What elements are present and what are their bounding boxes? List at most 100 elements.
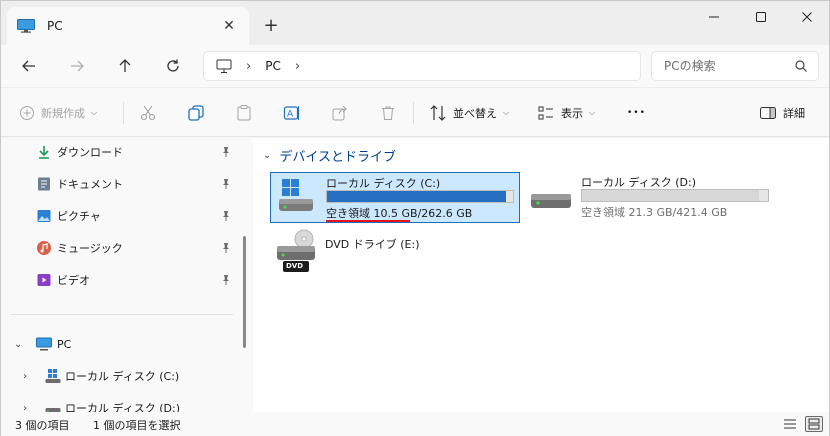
chevron-down-icon[interactable]: ⌄	[14, 339, 22, 350]
rename-button[interactable]: A	[283, 102, 301, 124]
chevron-down-icon: ⌵	[503, 108, 510, 117]
total-space-text: /262.6 GB	[417, 207, 473, 220]
paste-button[interactable]	[235, 102, 253, 124]
sidebar-item-label: ビデオ	[57, 274, 90, 287]
dvd-badge: DVD	[286, 262, 304, 270]
close-tab-icon[interactable]: ✕	[219, 16, 239, 36]
svg-text:A: A	[287, 110, 294, 120]
details-view-button[interactable]	[781, 416, 799, 432]
minimize-button[interactable]	[691, 1, 737, 33]
sidebar-item-label: PC	[57, 337, 72, 351]
file-explorer-window: PC ✕ + › PC › PCの検索 新規作成 ⌵ A 並べ替え ⌵ 表示 ⌵…	[0, 0, 830, 436]
details-pane-button[interactable]: 詳細	[759, 102, 805, 124]
breadcrumb-pc[interactable]: PC	[265, 59, 281, 73]
refresh-button[interactable]	[159, 53, 187, 79]
close-window-button[interactable]	[784, 1, 830, 33]
sort-icon	[430, 105, 446, 121]
music-icon	[37, 241, 51, 255]
windows-drive-icon	[279, 179, 313, 211]
more-options-button[interactable]: •••	[627, 102, 646, 124]
breadcrumb-separator[interactable]: ›	[246, 59, 251, 74]
drive-free-space: 空き領域 10.5 GB/262.6 GB	[326, 205, 472, 221]
sort-label: 並べ替え	[453, 107, 497, 120]
download-icon	[39, 146, 49, 159]
more-icon: •••	[627, 108, 646, 118]
drive-tile-e[interactable]: DVD DVD ドライブ (E:)	[270, 228, 520, 274]
copy-button[interactable]	[187, 102, 205, 124]
sidebar-item-pictures[interactable]: ピクチャ	[1, 202, 241, 230]
documents-icon	[38, 177, 50, 191]
chevron-down-icon: ⌵	[91, 108, 98, 117]
tab-title: PC	[47, 19, 63, 33]
selected-count: 1 個の項目を選択	[93, 419, 181, 432]
sidebar-item-videos[interactable]: ビデオ	[1, 266, 241, 294]
delete-button[interactable]	[379, 102, 397, 124]
sidebar-item-label: ローカル ディスク (C:)	[65, 370, 180, 383]
toolbar-divider	[413, 102, 414, 124]
address-bar[interactable]: › PC ›	[203, 51, 641, 81]
sidebar-scrollbar[interactable]	[243, 236, 246, 348]
drive-tile-c[interactable]: ローカル ディスク (C:) 空き領域 10.5 GB/262.6 GB	[270, 172, 520, 223]
new-button[interactable]: 新規作成 ⌵	[19, 102, 97, 124]
drive-free-space: 空き領域 21.3 GB/421.4 GB	[581, 206, 728, 219]
sort-button[interactable]: 並べ替え ⌵	[429, 102, 509, 124]
details-pane-icon	[760, 107, 776, 119]
back-button[interactable]	[15, 53, 43, 79]
tab-pc[interactable]: PC ✕	[7, 7, 249, 45]
group-header-devices[interactable]: ⌄ デバイスとドライブ	[263, 146, 396, 165]
view-button[interactable]: 表示 ⌵	[537, 102, 595, 124]
computer-outline-icon	[216, 59, 232, 73]
item-count: 3 個の項目	[15, 419, 70, 432]
cut-button[interactable]	[139, 102, 157, 124]
pin-icon[interactable]	[220, 210, 232, 222]
sidebar-item-label: ローカル ディスク (D:)	[65, 402, 180, 412]
search-input[interactable]	[652, 52, 782, 80]
tiles-view-button[interactable]	[805, 416, 823, 432]
sidebar-item-music[interactable]: ミュージック	[1, 234, 241, 262]
chevron-right-icon[interactable]: ›	[23, 403, 27, 413]
pictures-icon	[37, 210, 51, 222]
maximize-button[interactable]	[738, 1, 784, 33]
pin-icon[interactable]	[220, 146, 232, 158]
pin-icon[interactable]	[220, 242, 232, 254]
sidebar-item-documents[interactable]: ドキュメント	[1, 170, 241, 198]
drive-name: DVD ドライブ (E:)	[325, 238, 420, 251]
navigation-bar: › PC ›	[1, 45, 829, 87]
breadcrumb-separator-end[interactable]: ›	[295, 59, 300, 74]
share-icon	[332, 105, 347, 121]
sidebar-item-pc[interactable]: ⌄ PC	[1, 330, 241, 358]
search-box[interactable]	[651, 51, 819, 81]
drive-usage-fill	[327, 191, 506, 202]
close-icon	[802, 12, 812, 22]
minimize-icon	[709, 16, 719, 18]
drive-icon	[45, 408, 61, 412]
up-button[interactable]	[111, 53, 139, 79]
toolbar-divider	[123, 102, 124, 124]
drive-usage-bar	[326, 190, 514, 203]
scissors-icon	[141, 105, 155, 120]
new-tab-button[interactable]: +	[259, 13, 283, 37]
share-button[interactable]	[331, 102, 349, 124]
free-space-text: 空き領域 10.5 GB	[326, 207, 418, 220]
windows-drive-icon	[45, 369, 61, 383]
chevron-down-icon[interactable]: ⌄	[263, 150, 271, 161]
pin-icon[interactable]	[220, 178, 232, 190]
sidebar-item-drive-c[interactable]: › ローカル ディスク (C:)	[1, 362, 241, 390]
sidebar-item-label: ピクチャ	[57, 210, 101, 223]
forward-button[interactable]	[63, 53, 91, 79]
pin-icon[interactable]	[220, 274, 232, 286]
copy-icon	[188, 105, 204, 121]
computer-icon	[17, 19, 35, 33]
drive-usage-bar	[581, 189, 769, 202]
plus-circle-icon	[20, 106, 34, 120]
sidebar-divider	[11, 314, 233, 315]
new-button-label: 新規作成	[41, 107, 85, 120]
sidebar-item-downloads[interactable]: ダウンロード	[1, 138, 241, 166]
status-bar: 3 個の項目 1 個の項目を選択	[1, 412, 829, 436]
command-bar: 新規作成 ⌵ A 並べ替え ⌵ 表示 ⌵ ••• 詳細	[1, 87, 829, 137]
sidebar-item-drive-d[interactable]: › ローカル ディスク (D:)	[1, 394, 241, 412]
chevron-right-icon[interactable]: ›	[23, 371, 27, 382]
drive-icon	[531, 194, 571, 208]
sidebar-item-label: ダウンロード	[57, 146, 123, 159]
drive-tile-d[interactable]: ローカル ディスク (D:) 空き領域 21.3 GB/421.4 GB	[527, 172, 777, 223]
